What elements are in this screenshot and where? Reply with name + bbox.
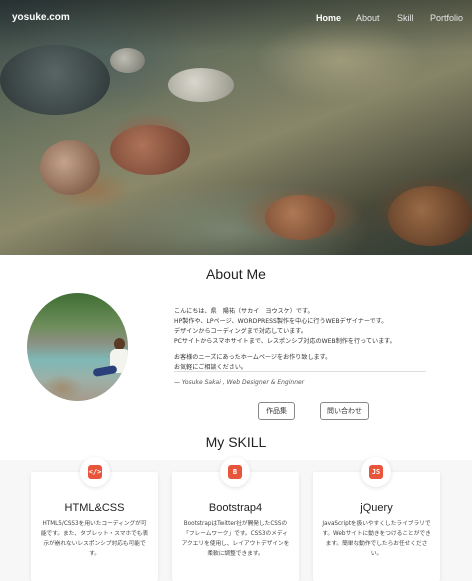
about-line: お客様のニーズにあったホームページをお作り致します。 <box>174 354 332 361</box>
nav-link-about[interactable]: About <box>356 13 380 23</box>
nav-link-home[interactable]: Home <box>316 13 341 23</box>
about-signature: — Yosuke Sakai , Web Designer & Enginner <box>174 379 305 386</box>
hero-rock <box>110 125 190 175</box>
js-icon-glyph: JS <box>369 465 383 479</box>
about-line: PCサイトからスマホサイトまで、レスポンシブ対応のWEB制作を行っています。 <box>174 338 396 345</box>
bootstrap-icon-glyph: B <box>228 465 242 479</box>
js-icon: JS <box>361 457 391 487</box>
hero-rock <box>40 140 100 195</box>
html-code-icon-glyph: </> <box>88 465 102 479</box>
skill-card-text: JavaScriptを扱いやすくしたライブラリです。Webサイトに動きをつけるこ… <box>322 521 431 557</box>
about-line: HP製作や、LPページ、WORDPRESS製作を中心に行うWEBデザイナーです。 <box>174 318 388 325</box>
contact-button[interactable]: 問い合わせ <box>320 402 369 420</box>
hero-rock <box>110 48 145 73</box>
bootstrap-icon: B <box>220 457 250 487</box>
about-divider <box>174 371 426 372</box>
skill-card-title: HTML&CSS <box>64 502 125 514</box>
avatar-person-legs <box>92 364 118 378</box>
skill-card-title: Bootstrap4 <box>208 502 263 514</box>
portfolio-button[interactable]: 作品集 <box>258 402 295 420</box>
avatar <box>27 293 128 401</box>
hero-image <box>0 0 472 255</box>
hero-rock <box>265 195 335 240</box>
brand-logo[interactable]: yosuke.com <box>12 12 70 23</box>
skill-card-text: HTML5/CSS3を用いたコーディングが可能です。また、タブレット・スマホでも… <box>40 521 149 557</box>
about-title: About Me <box>206 266 266 282</box>
about-line: こんにちは、県 陽祐（サカイ ヨウスケ）です。 <box>174 308 314 315</box>
about-text: こんにちは、県 陽祐（サカイ ヨウスケ）です。 HP製作や、LPページ、WORD… <box>174 307 434 373</box>
skill-card-text: BootstrapはTwitter社が開発したCSSの「フレームワーク」です。C… <box>181 521 290 557</box>
nav-link-skill[interactable]: Skill <box>397 13 414 23</box>
nav-link-portfolio[interactable]: Portfolio <box>430 13 463 23</box>
hero-rock <box>388 186 472 246</box>
hero-rock <box>0 45 110 115</box>
navbar: yosuke.com Home About Skill Portfolio <box>0 0 472 36</box>
html-code-icon: </> <box>80 457 110 487</box>
skill-title: My SKILL <box>205 434 267 450</box>
hero-rock <box>168 68 234 102</box>
skill-card-title: jQuery <box>360 502 393 514</box>
about-line: デザインからコーディングまで対応しています。 <box>174 328 307 335</box>
